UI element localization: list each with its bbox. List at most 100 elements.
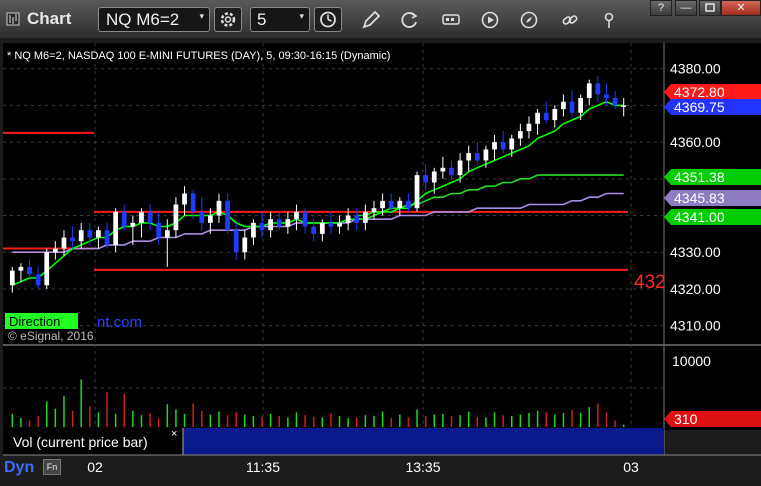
candle-body (595, 83, 601, 95)
candle-body (414, 175, 420, 209)
candle-body (354, 215, 360, 223)
candle-body (440, 167, 446, 172)
help-button[interactable]: ? (650, 0, 672, 16)
candle-body (362, 211, 368, 223)
pin-icon[interactable] (598, 9, 620, 31)
candle-body (70, 237, 75, 242)
symbol-input[interactable]: NQ M6=2 ▾ (98, 7, 210, 32)
candle-body (543, 112, 549, 121)
close-button[interactable]: ✕ (721, 0, 761, 16)
candle-body (156, 222, 162, 238)
minimize-button[interactable]: — (675, 0, 697, 16)
y-tick-label: 4310.00 (670, 318, 721, 334)
candle-body (9, 270, 15, 286)
chart-canvas: 4310.004320.004330.004340.004350.004360.… (0, 38, 761, 481)
interval-input[interactable]: 5 ▾ (250, 7, 310, 32)
interval-settings-button[interactable] (214, 7, 242, 32)
maximize-icon (705, 3, 715, 12)
interval-value: 5 (257, 10, 267, 29)
candle-body (302, 211, 308, 227)
refresh-icon[interactable] (398, 9, 420, 31)
price-pane[interactable] (3, 43, 664, 344)
direction-url-tail: nt.com (97, 314, 142, 331)
candle-body (121, 211, 127, 227)
candle-body (173, 204, 179, 231)
volume-axis-label: 10000 (672, 353, 711, 369)
candle-body (225, 200, 230, 231)
candle-body (474, 153, 480, 161)
price-tag-label: 4369.75 (674, 99, 725, 115)
candle-body (578, 98, 584, 113)
candle-body (423, 175, 429, 183)
candle-body (586, 83, 592, 99)
red-level-label: 432 (634, 272, 666, 293)
candle-body (535, 112, 540, 124)
y-tick-label: 4330.00 (670, 244, 721, 260)
candle-body (569, 101, 575, 113)
candle-body (388, 200, 394, 209)
candle (414, 171, 420, 212)
candle-body (492, 142, 497, 150)
price-tag-label: 4351.38 (674, 169, 725, 185)
candle-body (561, 101, 566, 110)
x-tick-label: 03 (623, 459, 639, 475)
chevron-down-icon[interactable]: ▾ (199, 11, 204, 22)
link-icon[interactable] (559, 9, 581, 31)
candle-body (190, 193, 196, 212)
candle-body (276, 219, 282, 227)
volume-close-icon[interactable]: × (171, 428, 177, 440)
symbol-value: NQ M6=2 (106, 10, 180, 29)
volume-tag-label: 310 (674, 411, 698, 427)
candle-body (380, 200, 385, 209)
candle-body (251, 222, 256, 238)
candle-body (259, 222, 265, 231)
candle-body (285, 219, 291, 227)
price-tag-label: 4341.00 (674, 209, 725, 225)
volume-label: Vol (current price bar) (13, 434, 148, 450)
candle-body (509, 138, 515, 150)
dynamic-label[interactable]: Dyn (4, 459, 34, 477)
price-tag: 4351.38 (664, 169, 761, 185)
candle-body (35, 274, 41, 286)
compass-icon[interactable] (518, 9, 540, 31)
candle-body (604, 94, 609, 99)
gear-icon (220, 12, 236, 27)
x-tick-label: 11:35 (246, 459, 280, 475)
app-chart-icon (6, 12, 20, 26)
volume-pane[interactable] (3, 346, 664, 428)
direction-label: Direction (9, 314, 60, 329)
candle-body (449, 167, 454, 176)
chevron-down-icon[interactable]: ▾ (299, 11, 304, 22)
maximize-button[interactable] (699, 0, 721, 16)
pencil-icon[interactable] (360, 9, 382, 31)
candle (44, 248, 50, 289)
candle-body (27, 266, 32, 275)
candle-body (130, 222, 136, 227)
chart-area[interactable]: 4310.004320.004330.004340.004350.004360.… (0, 38, 761, 481)
x-tick-label: 13:35 (405, 459, 440, 475)
candle-body (113, 211, 119, 245)
candle-body (466, 153, 472, 161)
play-icon[interactable] (479, 9, 501, 31)
candle-body (311, 226, 317, 234)
candle-body (233, 230, 239, 253)
candle-body (147, 211, 153, 223)
time-template-button[interactable] (314, 7, 342, 32)
candle-body (268, 219, 274, 231)
function-icon[interactable]: Fn (43, 459, 61, 475)
candle-body (182, 193, 187, 205)
candle-body (78, 230, 84, 242)
candle-body (517, 131, 523, 139)
candle-body (87, 230, 93, 238)
candle-body (216, 200, 222, 216)
candle-body (61, 237, 67, 249)
candle-body (621, 105, 627, 107)
chart-info: * NQ M6=2, NASDAQ 100 E-MINI FUTURES (DA… (7, 50, 391, 62)
clock-icon (320, 11, 336, 28)
candle-body (104, 230, 110, 245)
candle-body (612, 98, 618, 106)
candle-body (457, 160, 463, 176)
price-tag: 4345.83 (664, 190, 761, 206)
candle-body (483, 149, 489, 161)
settings-icon[interactable] (440, 9, 462, 31)
